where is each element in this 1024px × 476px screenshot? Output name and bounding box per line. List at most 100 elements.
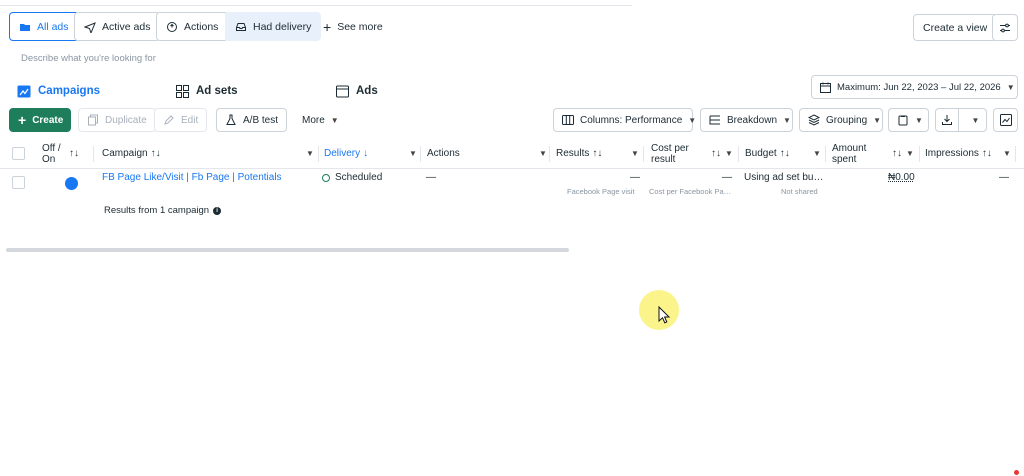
grouping-dropdown[interactable]: Grouping ▼ bbox=[799, 108, 883, 132]
delivery-status: Scheduled bbox=[322, 172, 382, 183]
sort-icon[interactable]: ↑↓ ▼ bbox=[892, 138, 914, 169]
breakdown-icon bbox=[709, 115, 720, 125]
ab-test-button[interactable]: A/B test bbox=[216, 108, 288, 132]
more-label: More bbox=[302, 114, 325, 126]
send-icon bbox=[84, 21, 96, 33]
cost-per-result-subtext: Cost per Facebook Pa… bbox=[649, 187, 732, 196]
header-amount-spent[interactable]: Amount spent bbox=[832, 138, 866, 169]
header-off-on[interactable]: Off / On bbox=[42, 138, 61, 169]
filter-actions[interactable]: Actions bbox=[156, 12, 229, 41]
header-campaign-label: Campaign bbox=[102, 148, 148, 159]
budget-value[interactable]: Using ad set bu… bbox=[744, 172, 824, 183]
header-impressions[interactable]: Impressions ↑↓ bbox=[925, 138, 992, 169]
see-more-label: See more bbox=[337, 20, 383, 33]
header-amount-line2: spent bbox=[832, 153, 857, 165]
chevron-down-icon[interactable]: ▼ bbox=[306, 138, 314, 169]
export-options-button[interactable]: ▼ bbox=[965, 109, 986, 131]
edit-button[interactable]: Edit bbox=[154, 108, 208, 132]
chevron-down-icon[interactable]: ▼ bbox=[409, 138, 417, 169]
folder-icon bbox=[20, 23, 30, 31]
plus-icon: + bbox=[18, 112, 27, 128]
see-more-button[interactable]: + See more bbox=[313, 12, 393, 41]
table-row[interactable]: FB Page Like/Visit | Fb Page | Potential… bbox=[0, 169, 1024, 199]
create-label: Create bbox=[32, 114, 64, 126]
breakdown-dropdown[interactable]: Breakdown ▼ bbox=[700, 108, 793, 132]
results-summary-label: Results from 1 campaign bbox=[104, 205, 210, 216]
filter-active-ads[interactable]: Active ads bbox=[74, 12, 161, 41]
flask-icon bbox=[226, 114, 236, 125]
create-view-button[interactable]: Create a view bbox=[913, 14, 998, 41]
export-button-group[interactable]: ▼ bbox=[935, 108, 987, 132]
columns-icon bbox=[562, 115, 574, 125]
tab-ads-label: Ads bbox=[356, 85, 378, 97]
chevron-down-icon[interactable]: ▼ bbox=[631, 138, 639, 169]
date-range-picker[interactable]: Maximum: Jun 22, 2023 – Jul 22, 2026 ▼ bbox=[811, 75, 1018, 99]
sort-icon[interactable]: ↑↓ bbox=[69, 138, 79, 169]
table-header: Off / On ↑↓ Campaign ↑↓ ▼ Delivery ↓ ▼ A… bbox=[0, 138, 1024, 169]
select-all-checkbox[interactable] bbox=[12, 147, 25, 160]
create-button[interactable]: + Create bbox=[9, 108, 71, 132]
header-actions-label: Actions bbox=[427, 148, 460, 159]
header-actions[interactable]: Actions bbox=[427, 138, 460, 169]
reports-dropdown[interactable]: ▼ bbox=[888, 108, 929, 132]
filter-had-delivery-label: Had delivery bbox=[253, 20, 312, 33]
cost-per-result-value: — bbox=[722, 172, 732, 183]
impressions-value: — bbox=[999, 172, 1009, 183]
chevron-down-icon: ▼ bbox=[688, 115, 697, 125]
calendar-icon bbox=[820, 82, 831, 93]
pencil-icon bbox=[164, 115, 174, 125]
filter-settings-button[interactable] bbox=[992, 14, 1018, 41]
amount-spent-value: ₦0.00 bbox=[888, 172, 915, 183]
tab-ad-sets[interactable]: Ad sets bbox=[176, 82, 238, 100]
info-icon[interactable]: i bbox=[213, 206, 222, 215]
horizontal-scrollbar[interactable] bbox=[6, 248, 569, 252]
tab-campaigns[interactable]: Campaigns bbox=[17, 82, 100, 100]
chevron-down-icon: ▼ bbox=[783, 115, 791, 125]
results-value: — bbox=[630, 172, 640, 183]
campaign-toggle[interactable] bbox=[65, 177, 78, 190]
campaign-name-link[interactable]: FB Page Like/Visit | Fb Page | Potential… bbox=[102, 172, 282, 183]
header-cost-per-result[interactable]: Cost per result bbox=[651, 138, 689, 169]
tab-ads[interactable]: Ads bbox=[336, 82, 378, 100]
header-cost-line1: Cost per bbox=[651, 142, 689, 154]
charts-button[interactable] bbox=[993, 108, 1018, 132]
chevron-down-icon[interactable]: ▼ bbox=[539, 138, 547, 169]
status-circle-icon bbox=[322, 173, 330, 182]
tab-ad-sets-label: Ad sets bbox=[196, 85, 238, 97]
header-budget-label: Budget bbox=[745, 148, 777, 159]
arrow-down-icon: ↓ bbox=[363, 148, 369, 159]
filter-all-ads[interactable]: All ads bbox=[9, 12, 79, 41]
sort-icon: ↑↓ bbox=[592, 148, 603, 159]
sort-icon: ↑↓ bbox=[981, 148, 992, 159]
actions-icon bbox=[167, 21, 177, 32]
chevron-down-icon: ▼ bbox=[971, 115, 980, 125]
header-campaign[interactable]: Campaign ↑↓ bbox=[102, 138, 161, 169]
budget-subtext: Not shared bbox=[781, 187, 818, 196]
results-summary: Results from 1 campaign i bbox=[104, 205, 222, 216]
more-button[interactable]: More ▼ bbox=[293, 108, 348, 132]
ad-sets-icon bbox=[176, 84, 189, 98]
breakdown-label: Breakdown bbox=[727, 114, 778, 126]
chevron-down-icon[interactable]: ▼ bbox=[813, 138, 821, 169]
header-results[interactable]: Results ↑↓ bbox=[556, 138, 602, 169]
columns-dropdown[interactable]: Columns: Performance ▼ bbox=[553, 108, 697, 132]
create-view-label: Create a view bbox=[923, 21, 988, 34]
export-button[interactable] bbox=[936, 109, 959, 131]
inbox-icon bbox=[236, 22, 246, 31]
sort-icon: ↑↓ bbox=[150, 148, 161, 159]
row-checkbox[interactable] bbox=[12, 176, 25, 189]
header-off-on-line2: On bbox=[42, 153, 56, 165]
search-input[interactable]: Describe what you're looking for bbox=[21, 53, 156, 64]
filter-active-ads-label: Active ads bbox=[102, 20, 151, 33]
columns-label: Columns: Performance bbox=[580, 114, 683, 126]
filter-had-delivery[interactable]: Had delivery bbox=[225, 12, 322, 41]
layers-icon bbox=[808, 114, 820, 126]
header-budget[interactable]: Budget ↑↓ bbox=[745, 138, 790, 169]
header-amount-line1: Amount bbox=[832, 142, 867, 154]
sort-icon[interactable]: ↑↓ ▼ bbox=[711, 138, 733, 169]
date-range-label: Maximum: Jun 22, 2023 – Jul 22, 2026 bbox=[837, 81, 1001, 93]
header-delivery[interactable]: Delivery ↓ bbox=[324, 138, 368, 169]
tab-campaigns-label: Campaigns bbox=[38, 85, 100, 97]
chevron-down-icon[interactable]: ▼ bbox=[1003, 138, 1011, 169]
duplicate-button[interactable]: Duplicate bbox=[78, 108, 156, 132]
